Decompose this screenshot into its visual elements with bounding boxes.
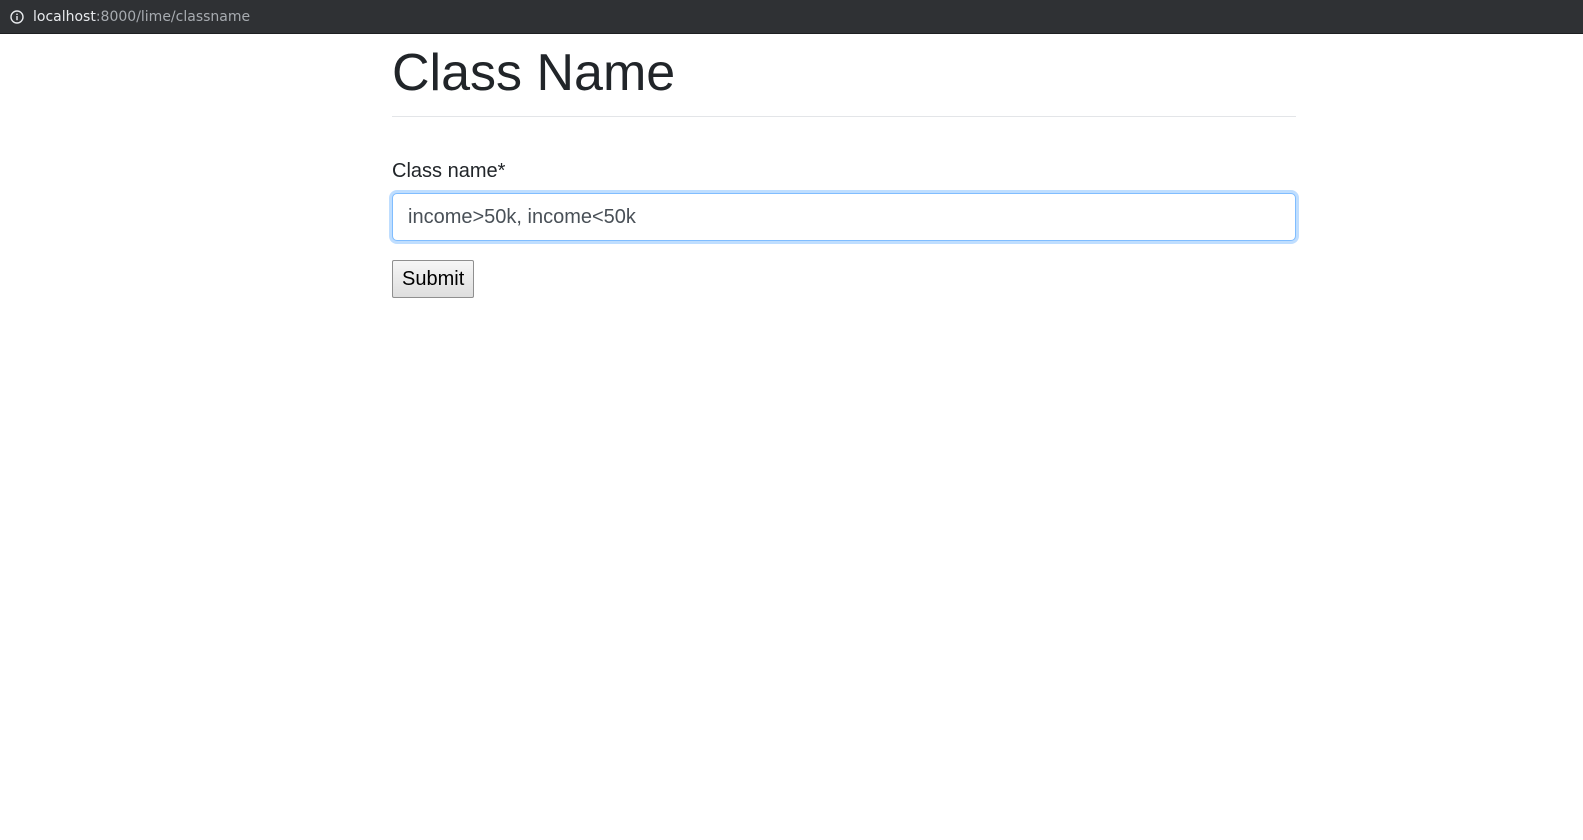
- page-title: Class Name: [392, 44, 676, 102]
- submit-button[interactable]: Submit: [392, 260, 475, 298]
- browser-address-bar[interactable]: localhost:8000/lime/classname: [0, 0, 1583, 34]
- class-name-input[interactable]: [392, 193, 1296, 241]
- url-path: :8000/lime/classname: [95, 8, 251, 25]
- info-icon[interactable]: [10, 9, 24, 24]
- url-text[interactable]: localhost:8000/lime/classname: [33, 9, 250, 25]
- url-host: localhost: [33, 8, 96, 25]
- class-name-label: Class name*: [392, 160, 506, 182]
- title-divider: [392, 116, 1296, 117]
- main-content: Class Name Class name* Submit: [392, 34, 1296, 298]
